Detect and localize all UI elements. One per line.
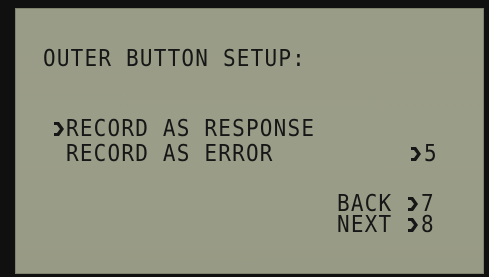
key-8-indicator-icon	[407, 217, 419, 233]
nav-next-key: 8	[421, 210, 435, 238]
option-record-as-response[interactable]: RECORD AS RESPONSE	[66, 115, 315, 142]
key-5-indicator-icon	[410, 146, 422, 162]
lcd-screen: OUTER BUTTON SETUP: RECORD AS RESPONSE R…	[15, 8, 484, 274]
device-bezel: OUTER BUTTON SETUP: RECORD AS RESPONSE R…	[0, 0, 489, 277]
screen-title: OUTER BUTTON SETUP:	[43, 44, 307, 72]
nav-next-button[interactable]: NEXT	[337, 211, 392, 238]
option-record-as-error-key: 5	[424, 139, 438, 167]
key-7-indicator-icon	[407, 196, 419, 212]
selection-cursor-icon	[53, 121, 65, 137]
option-record-as-error[interactable]: RECORD AS ERROR	[66, 140, 274, 167]
